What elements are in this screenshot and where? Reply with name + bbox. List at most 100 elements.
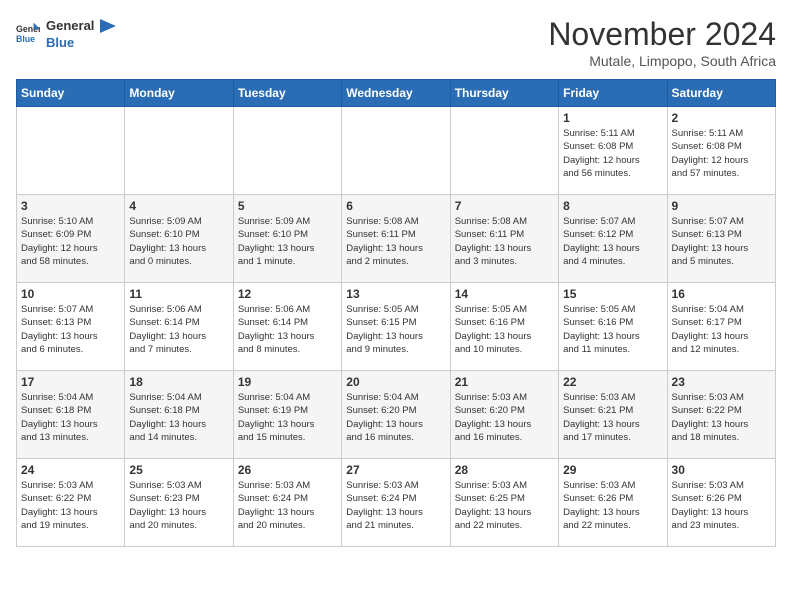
month-title: November 2024 (548, 16, 776, 53)
calendar-day-cell: 15 Sunrise: 5:05 AM Sunset: 6:16 PM Dayli… (559, 283, 667, 371)
day-info: Sunrise: 5:04 AM Sunset: 6:17 PM Dayligh… (672, 303, 771, 356)
day-number: 26 (238, 463, 337, 477)
calendar-day-cell: 17 Sunrise: 5:04 AM Sunset: 6:18 PM Dayli… (17, 371, 125, 459)
day-info: Sunrise: 5:05 AM Sunset: 6:16 PM Dayligh… (563, 303, 662, 356)
calendar-day-cell: 30 Sunrise: 5:03 AM Sunset: 6:26 PM Dayli… (667, 459, 775, 547)
calendar-day-cell: 4 Sunrise: 5:09 AM Sunset: 6:10 PM Daylig… (125, 195, 233, 283)
day-number: 25 (129, 463, 228, 477)
day-number: 4 (129, 199, 228, 213)
day-number: 7 (455, 199, 554, 213)
day-info: Sunrise: 5:03 AM Sunset: 6:23 PM Dayligh… (129, 479, 228, 532)
day-number: 18 (129, 375, 228, 389)
title-area: November 2024 Mutale, Limpopo, South Afr… (548, 16, 776, 69)
calendar-day-cell: 6Sunrise: 5:08 AM Sunset: 6:11 PM Daylig… (342, 195, 450, 283)
day-info: Sunrise: 5:07 AM Sunset: 6:13 PM Dayligh… (672, 215, 771, 268)
calendar-week-row: 10Sunrise: 5:07 AM Sunset: 6:13 PM Dayli… (17, 283, 776, 371)
calendar-day-cell: 27 Sunrise: 5:03 AM Sunset: 6:24 PM Dayli… (342, 459, 450, 547)
day-info: Sunrise: 5:03 AM Sunset: 6:22 PM Dayligh… (21, 479, 120, 532)
day-info: Sunrise: 5:08 AM Sunset: 6:11 PM Dayligh… (346, 215, 445, 268)
calendar-day-cell: 18 Sunrise: 5:04 AM Sunset: 6:18 PM Dayli… (125, 371, 233, 459)
calendar-day-cell: 21 Sunrise: 5:03 AM Sunset: 6:20 PM Dayli… (450, 371, 558, 459)
calendar-day-cell: 3 Sunrise: 5:10 AM Sunset: 6:09 PM Daylig… (17, 195, 125, 283)
svg-text:Blue: Blue (16, 34, 35, 44)
calendar-day-cell (233, 107, 341, 195)
calendar-day-cell: 5Sunrise: 5:09 AM Sunset: 6:10 PM Daylig… (233, 195, 341, 283)
day-info: Sunrise: 5:03 AM Sunset: 6:24 PM Dayligh… (238, 479, 337, 532)
page-header: General Blue General Blue November 2024 … (16, 16, 776, 69)
weekday-header-tuesday: Tuesday (233, 80, 341, 107)
day-number: 3 (21, 199, 120, 213)
calendar-day-cell: 1Sunrise: 5:11 AM Sunset: 6:08 PM Daylig… (559, 107, 667, 195)
logo-icon: General Blue (16, 21, 40, 45)
day-number: 2 (672, 111, 771, 125)
day-number: 27 (346, 463, 445, 477)
logo-general-text: General (46, 18, 98, 33)
day-number: 14 (455, 287, 554, 301)
day-number: 15 (563, 287, 662, 301)
day-number: 21 (455, 375, 554, 389)
day-number: 16 (672, 287, 771, 301)
calendar-day-cell: 26 Sunrise: 5:03 AM Sunset: 6:24 PM Dayli… (233, 459, 341, 547)
day-info: Sunrise: 5:04 AM Sunset: 6:18 PM Dayligh… (129, 391, 228, 444)
day-number: 11 (129, 287, 228, 301)
day-info: Sunrise: 5:04 AM Sunset: 6:18 PM Dayligh… (21, 391, 120, 444)
weekday-header-row: SundayMondayTuesdayWednesdayThursdayFrid… (17, 80, 776, 107)
day-number: 9 (672, 199, 771, 213)
day-info: Sunrise: 5:08 AM Sunset: 6:11 PM Dayligh… (455, 215, 554, 268)
day-info: Sunrise: 5:03 AM Sunset: 6:25 PM Dayligh… (455, 479, 554, 532)
day-info: Sunrise: 5:10 AM Sunset: 6:09 PM Dayligh… (21, 215, 120, 268)
day-number: 29 (563, 463, 662, 477)
calendar-day-cell: 14Sunrise: 5:05 AM Sunset: 6:16 PM Dayli… (450, 283, 558, 371)
calendar-day-cell (125, 107, 233, 195)
logo-blue-text: Blue (46, 35, 116, 51)
calendar-table: SundayMondayTuesdayWednesdayThursdayFrid… (16, 79, 776, 547)
day-number: 19 (238, 375, 337, 389)
calendar-day-cell: 28Sunrise: 5:03 AM Sunset: 6:25 PM Dayli… (450, 459, 558, 547)
day-number: 30 (672, 463, 771, 477)
calendar-day-cell: 20 Sunrise: 5:04 AM Sunset: 6:20 PM Dayli… (342, 371, 450, 459)
day-info: Sunrise: 5:06 AM Sunset: 6:14 PM Dayligh… (238, 303, 337, 356)
day-info: Sunrise: 5:04 AM Sunset: 6:20 PM Dayligh… (346, 391, 445, 444)
day-number: 13 (346, 287, 445, 301)
calendar-day-cell: 11 Sunrise: 5:06 AM Sunset: 6:14 PM Dayli… (125, 283, 233, 371)
calendar-day-cell: 23Sunrise: 5:03 AM Sunset: 6:22 PM Dayli… (667, 371, 775, 459)
calendar-week-row: 1Sunrise: 5:11 AM Sunset: 6:08 PM Daylig… (17, 107, 776, 195)
logo-arrow-icon (100, 19, 116, 33)
calendar-day-cell (342, 107, 450, 195)
day-info: Sunrise: 5:06 AM Sunset: 6:14 PM Dayligh… (129, 303, 228, 356)
weekday-header-wednesday: Wednesday (342, 80, 450, 107)
calendar-day-cell: 16 Sunrise: 5:04 AM Sunset: 6:17 PM Dayli… (667, 283, 775, 371)
day-info: Sunrise: 5:05 AM Sunset: 6:15 PM Dayligh… (346, 303, 445, 356)
day-info: Sunrise: 5:03 AM Sunset: 6:21 PM Dayligh… (563, 391, 662, 444)
weekday-header-thursday: Thursday (450, 80, 558, 107)
calendar-day-cell: 13 Sunrise: 5:05 AM Sunset: 6:15 PM Dayli… (342, 283, 450, 371)
calendar-day-cell: 9 Sunrise: 5:07 AM Sunset: 6:13 PM Daylig… (667, 195, 775, 283)
day-info: Sunrise: 5:03 AM Sunset: 6:26 PM Dayligh… (672, 479, 771, 532)
logo: General Blue General Blue (16, 16, 116, 51)
calendar-day-cell (450, 107, 558, 195)
day-number: 12 (238, 287, 337, 301)
calendar-week-row: 17 Sunrise: 5:04 AM Sunset: 6:18 PM Dayli… (17, 371, 776, 459)
calendar-day-cell: 2 Sunrise: 5:11 AM Sunset: 6:08 PM Daylig… (667, 107, 775, 195)
calendar-day-cell: 7 Sunrise: 5:08 AM Sunset: 6:11 PM Daylig… (450, 195, 558, 283)
day-info: Sunrise: 5:09 AM Sunset: 6:10 PM Dayligh… (238, 215, 337, 268)
calendar-day-cell: 12 Sunrise: 5:06 AM Sunset: 6:14 PM Dayli… (233, 283, 341, 371)
calendar-week-row: 24 Sunrise: 5:03 AM Sunset: 6:22 PM Dayli… (17, 459, 776, 547)
day-number: 20 (346, 375, 445, 389)
weekday-header-monday: Monday (125, 80, 233, 107)
day-number: 24 (21, 463, 120, 477)
day-info: Sunrise: 5:03 AM Sunset: 6:20 PM Dayligh… (455, 391, 554, 444)
day-info: Sunrise: 5:11 AM Sunset: 6:08 PM Dayligh… (672, 127, 771, 180)
day-number: 23 (672, 375, 771, 389)
calendar-day-cell: 22 Sunrise: 5:03 AM Sunset: 6:21 PM Dayli… (559, 371, 667, 459)
weekday-header-friday: Friday (559, 80, 667, 107)
day-info: Sunrise: 5:03 AM Sunset: 6:24 PM Dayligh… (346, 479, 445, 532)
day-number: 22 (563, 375, 662, 389)
calendar-day-cell: 24 Sunrise: 5:03 AM Sunset: 6:22 PM Dayli… (17, 459, 125, 547)
day-info: Sunrise: 5:09 AM Sunset: 6:10 PM Dayligh… (129, 215, 228, 268)
location-title: Mutale, Limpopo, South Africa (548, 53, 776, 69)
day-number: 17 (21, 375, 120, 389)
day-info: Sunrise: 5:04 AM Sunset: 6:19 PM Dayligh… (238, 391, 337, 444)
day-info: Sunrise: 5:11 AM Sunset: 6:08 PM Dayligh… (563, 127, 662, 180)
calendar-week-row: 3 Sunrise: 5:10 AM Sunset: 6:09 PM Daylig… (17, 195, 776, 283)
